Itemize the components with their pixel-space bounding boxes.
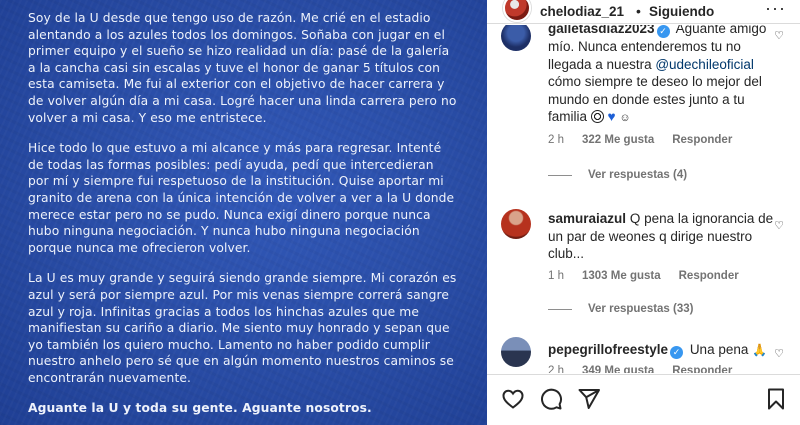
comment-likes[interactable]: 1303 Me gusta — [582, 270, 661, 282]
comments-list[interactable]: galletasdiaz2023 ✓ Aguante amigo mío. Nun… — [487, 25, 800, 373]
soccer-ball-icon — [590, 110, 604, 123]
comment-likes[interactable]: 322 Me gusta — [582, 134, 654, 146]
mention-link[interactable]: @udechileoficial — [655, 57, 754, 72]
view-replies-button[interactable]: Ver respuestas (4) — [548, 169, 687, 181]
comment-icon[interactable] — [539, 387, 563, 411]
post-actions-bar — [487, 374, 800, 425]
comment-time: 2 h — [548, 365, 564, 373]
verified-icon: ✓ — [656, 25, 670, 38]
commenter-avatar[interactable] — [501, 209, 531, 239]
reply-button[interactable]: Responder — [679, 270, 739, 282]
comment-text: galletasdiaz2023 ✓ Aguante amigo mío. Nun… — [548, 25, 780, 128]
post-sidebar: chelodiaz_21 • Siguiendo ··· galletasdia… — [487, 0, 800, 425]
comment-likes[interactable]: 349 Me gusta — [582, 365, 654, 373]
comment-time: 2 h — [548, 134, 564, 146]
comment-text: pepegrillofreestyle ✓ Una pena 🙏 — [548, 341, 780, 360]
commenter-avatar[interactable] — [501, 337, 531, 367]
blue-heart-icon: ♥ — [607, 109, 616, 124]
comment-meta: 1 h 1303 Me gusta Responder — [548, 270, 739, 282]
following-button[interactable]: Siguiendo — [649, 4, 714, 19]
comment-like-icon[interactable]: ♡ — [774, 29, 784, 42]
comment-body: Una pena — [689, 342, 749, 357]
comment-like-icon[interactable]: ♡ — [774, 347, 784, 360]
commenter-username[interactable]: pepegrillofreestyle — [548, 342, 668, 357]
comment-text: samuraiazul Q pena la ignorancia de un p… — [548, 210, 780, 263]
comment-time: 1 h — [548, 270, 564, 282]
comment-like-icon[interactable]: ♡ — [774, 219, 784, 232]
view-replies-label: Ver respuestas (4) — [588, 169, 688, 181]
view-replies-label: Ver respuestas (33) — [588, 303, 694, 315]
comment-meta: 2 h 349 Me gusta Responder — [548, 365, 732, 373]
replies-line — [548, 174, 572, 176]
post-image[interactable]: Soy de la U desde que tengo uso de razón… — [0, 0, 487, 425]
header-separator: • — [636, 3, 641, 19]
comment-body-continued: cómo siempre te deseo lo mejor del mundo… — [548, 74, 762, 124]
verified-icon: ✓ — [670, 346, 684, 359]
statement-paragraph: La U es muy grande y seguirá siendo gran… — [28, 271, 457, 385]
more-options-icon[interactable]: ··· — [765, 0, 786, 19]
statement-paragraph: Soy de la U desde que tengo uso de razón… — [28, 11, 457, 125]
bookmark-icon[interactable] — [764, 387, 788, 411]
commenter-username[interactable]: galletasdiaz2023 — [548, 25, 655, 36]
commenter-username[interactable]: samuraiazul — [548, 211, 626, 226]
reply-button[interactable]: Responder — [672, 365, 732, 373]
commenter-avatar[interactable] — [501, 25, 531, 51]
post-header: chelodiaz_21 • Siguiendo ··· — [487, 0, 800, 24]
comment-meta: 2 h 322 Me gusta Responder — [548, 134, 732, 146]
post-statement: Soy de la U desde que tengo uso de razón… — [28, 10, 458, 425]
send-icon[interactable] — [577, 387, 601, 411]
author-avatar[interactable] — [503, 0, 531, 22]
reply-button[interactable]: Responder — [672, 134, 732, 146]
statement-paragraph: Hice todo lo que estuvo a mi alcance y m… — [28, 141, 455, 255]
author-username[interactable]: chelodiaz_21 — [540, 4, 624, 19]
replies-line — [548, 308, 572, 310]
view-replies-button[interactable]: Ver respuestas (33) — [548, 303, 693, 315]
smile-icon: ☺ — [619, 112, 631, 124]
statement-closing: Aguante la U y toda su gente. Aguante no… — [28, 401, 372, 416]
heart-icon[interactable] — [501, 387, 525, 411]
praying-hands-icon: 🙏 — [752, 343, 768, 357]
